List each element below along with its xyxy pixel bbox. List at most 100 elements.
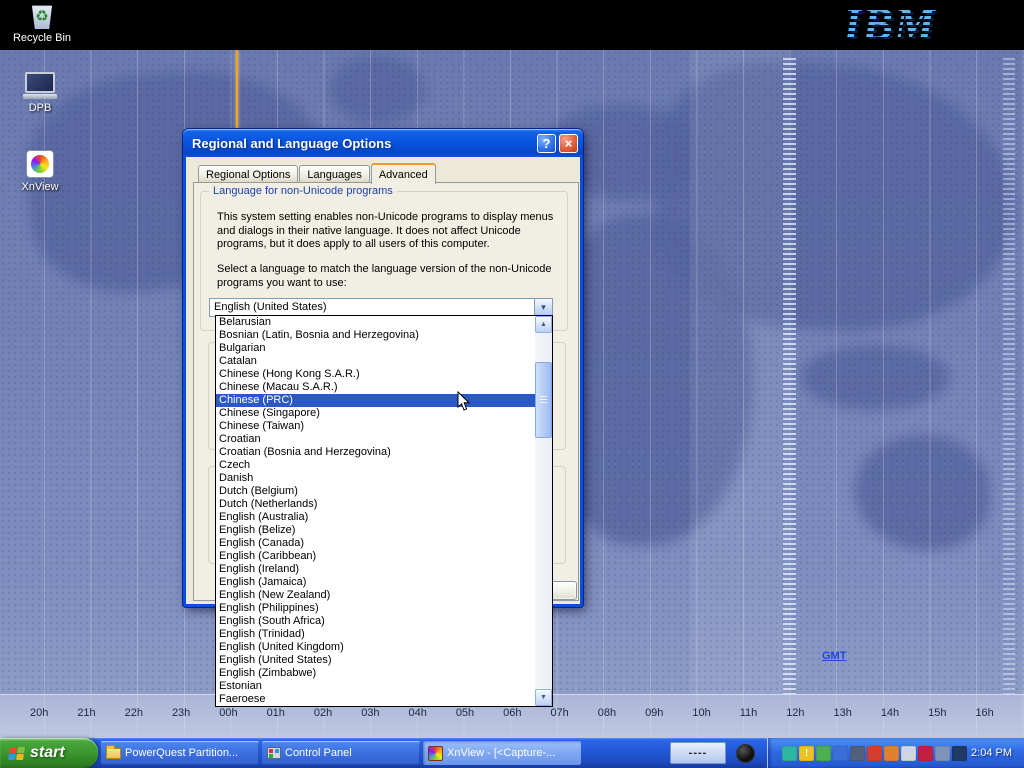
- language-option[interactable]: English (United States): [216, 654, 535, 667]
- xnview-icon: [26, 150, 54, 178]
- tray-icon[interactable]: !: [799, 746, 814, 761]
- language-option[interactable]: Estonian: [216, 680, 535, 693]
- language-option[interactable]: Chinese (Singapore): [216, 407, 535, 420]
- instruction-text: Select a language to match the language …: [217, 263, 557, 290]
- control-panel-icon: [267, 747, 281, 759]
- hour-label: 00h: [219, 707, 237, 719]
- language-option[interactable]: Dutch (Netherlands): [216, 498, 535, 511]
- language-option[interactable]: English (Zimbabwe): [216, 667, 535, 680]
- hour-label: 21h: [77, 707, 95, 719]
- close-button[interactable]: ×: [559, 134, 578, 153]
- language-option[interactable]: Chinese (Hong Kong S.A.R.): [216, 368, 535, 381]
- language-option[interactable]: Czech: [216, 459, 535, 472]
- language-option[interactable]: Croatian: [216, 433, 535, 446]
- language-option[interactable]: Belarusian: [216, 316, 535, 329]
- scrollbar[interactable]: ▲ ▼: [535, 316, 552, 706]
- ibm-logo: IBM: [844, 0, 936, 50]
- taskbar: start PowerQuest Partition... Control Pa…: [0, 738, 1024, 768]
- map-time-marker-line: [236, 50, 238, 130]
- recycle-bin-label: Recycle Bin: [10, 32, 74, 44]
- language-option[interactable]: English (Ireland): [216, 563, 535, 576]
- language-option[interactable]: English (Philippines): [216, 602, 535, 615]
- tray-icon[interactable]: [952, 746, 967, 761]
- language-option[interactable]: English (South Africa): [216, 615, 535, 628]
- scrollbar-track[interactable]: [535, 333, 552, 689]
- tray-icons: !: [782, 746, 967, 761]
- dialog-titlebar[interactable]: Regional and Language Options ? ×: [183, 129, 583, 157]
- hour-label: 06h: [503, 707, 521, 719]
- language-option[interactable]: English (Australia): [216, 511, 535, 524]
- tray-icon[interactable]: [867, 746, 882, 761]
- hour-label: 08h: [598, 707, 616, 719]
- language-option[interactable]: Croatian (Bosnia and Herzegovina): [216, 446, 535, 459]
- tray-icon[interactable]: [935, 746, 950, 761]
- language-option[interactable]: English (Trinidad): [216, 628, 535, 641]
- dialog-title: Regional and Language Options: [192, 136, 534, 151]
- desktop-icon-xnview[interactable]: XnView: [8, 150, 72, 193]
- language-option[interactable]: Dutch (Belgium): [216, 485, 535, 498]
- gmt-label: GMT: [822, 650, 846, 662]
- language-option[interactable]: Catalan: [216, 355, 535, 368]
- language-option[interactable]: English (Jamaica): [216, 576, 535, 589]
- language-option[interactable]: Bulgarian: [216, 342, 535, 355]
- language-option[interactable]: English (Belize): [216, 524, 535, 537]
- taskbar-clock[interactable]: 2:04 PM: [971, 747, 1018, 759]
- language-option[interactable]: Bosnian (Latin, Bosnia and Herzegovina): [216, 329, 535, 342]
- taskbar-app-icon[interactable]: [736, 744, 755, 763]
- tray-icon[interactable]: [816, 746, 831, 761]
- language-option[interactable]: English (New Zealand): [216, 589, 535, 602]
- tab-advanced[interactable]: Advanced: [371, 163, 436, 184]
- hour-label: 14h: [881, 707, 899, 719]
- scroll-down-icon: ▼: [540, 694, 547, 701]
- taskbar-button-control-panel[interactable]: Control Panel: [262, 741, 420, 765]
- scroll-up-button[interactable]: ▲: [535, 316, 552, 333]
- map-hatch-band: [783, 58, 796, 694]
- desktop-icon-dpb[interactable]: DPB: [8, 72, 72, 114]
- laptop-icon: [22, 72, 58, 99]
- hour-label: 01h: [267, 707, 285, 719]
- language-dropdown-list: BelarusianBosnian (Latin, Bosnia and Her…: [215, 315, 553, 707]
- recycle-bin-icon[interactable]: ♻ Recycle Bin: [10, 3, 74, 44]
- tray-icon[interactable]: [850, 746, 865, 761]
- scrollbar-thumb[interactable]: [535, 362, 552, 438]
- language-option[interactable]: Danish: [216, 472, 535, 485]
- language-option[interactable]: Faeroese: [216, 693, 535, 706]
- desktop: GMT 20h21h22h23h00h01h02h03h04h05h06h07h…: [0, 0, 1024, 768]
- desktop-top-band: ♻ Recycle Bin IBM: [0, 0, 1024, 50]
- tray-icon[interactable]: [884, 746, 899, 761]
- combobox-dropdown-button[interactable]: ▼: [534, 299, 552, 316]
- taskbar-button-powerquest[interactable]: PowerQuest Partition...: [101, 741, 259, 765]
- windows-flag-icon: [8, 747, 25, 760]
- tray-icon[interactable]: [782, 746, 797, 761]
- language-option[interactable]: English (United Kingdom): [216, 641, 535, 654]
- language-option[interactable]: English (Canada): [216, 537, 535, 550]
- hour-label: 13h: [834, 707, 852, 719]
- help-button[interactable]: ?: [537, 134, 556, 153]
- language-option[interactable]: English (Caribbean): [216, 550, 535, 563]
- language-option[interactable]: Chinese (Taiwan): [216, 420, 535, 433]
- language-option[interactable]: Chinese (PRC): [216, 394, 535, 407]
- tab-regional-options[interactable]: Regional Options: [198, 165, 298, 183]
- tab-languages[interactable]: Languages: [299, 165, 369, 183]
- start-button-label: start: [30, 744, 65, 762]
- chevron-down-icon: ▼: [540, 304, 548, 312]
- language-option[interactable]: Chinese (Macau S.A.R.): [216, 381, 535, 394]
- tray-icon[interactable]: [918, 746, 933, 761]
- taskbar-button-xnview[interactable]: XnView - [<Capture-...: [423, 741, 581, 765]
- hour-label: 23h: [172, 707, 190, 719]
- map-hatch-band: [1003, 58, 1015, 694]
- tray-icon[interactable]: [833, 746, 848, 761]
- taskbar-button-label: PowerQuest Partition...: [125, 747, 238, 759]
- description-text: This system setting enables non-Unicode …: [217, 211, 557, 252]
- hour-label: 20h: [30, 707, 48, 719]
- hour-label: 16h: [975, 707, 993, 719]
- start-button[interactable]: start: [0, 738, 98, 768]
- hour-label: 22h: [125, 707, 143, 719]
- taskbar-mini-button[interactable]: ----: [670, 742, 726, 764]
- group-title: Language for non-Unicode programs: [209, 185, 397, 197]
- tray-icon[interactable]: [901, 746, 916, 761]
- scroll-down-button[interactable]: ▼: [535, 689, 552, 706]
- taskbar-button-label: Control Panel: [285, 747, 352, 759]
- scroll-up-icon: ▲: [540, 321, 547, 328]
- hour-label: 04h: [409, 707, 427, 719]
